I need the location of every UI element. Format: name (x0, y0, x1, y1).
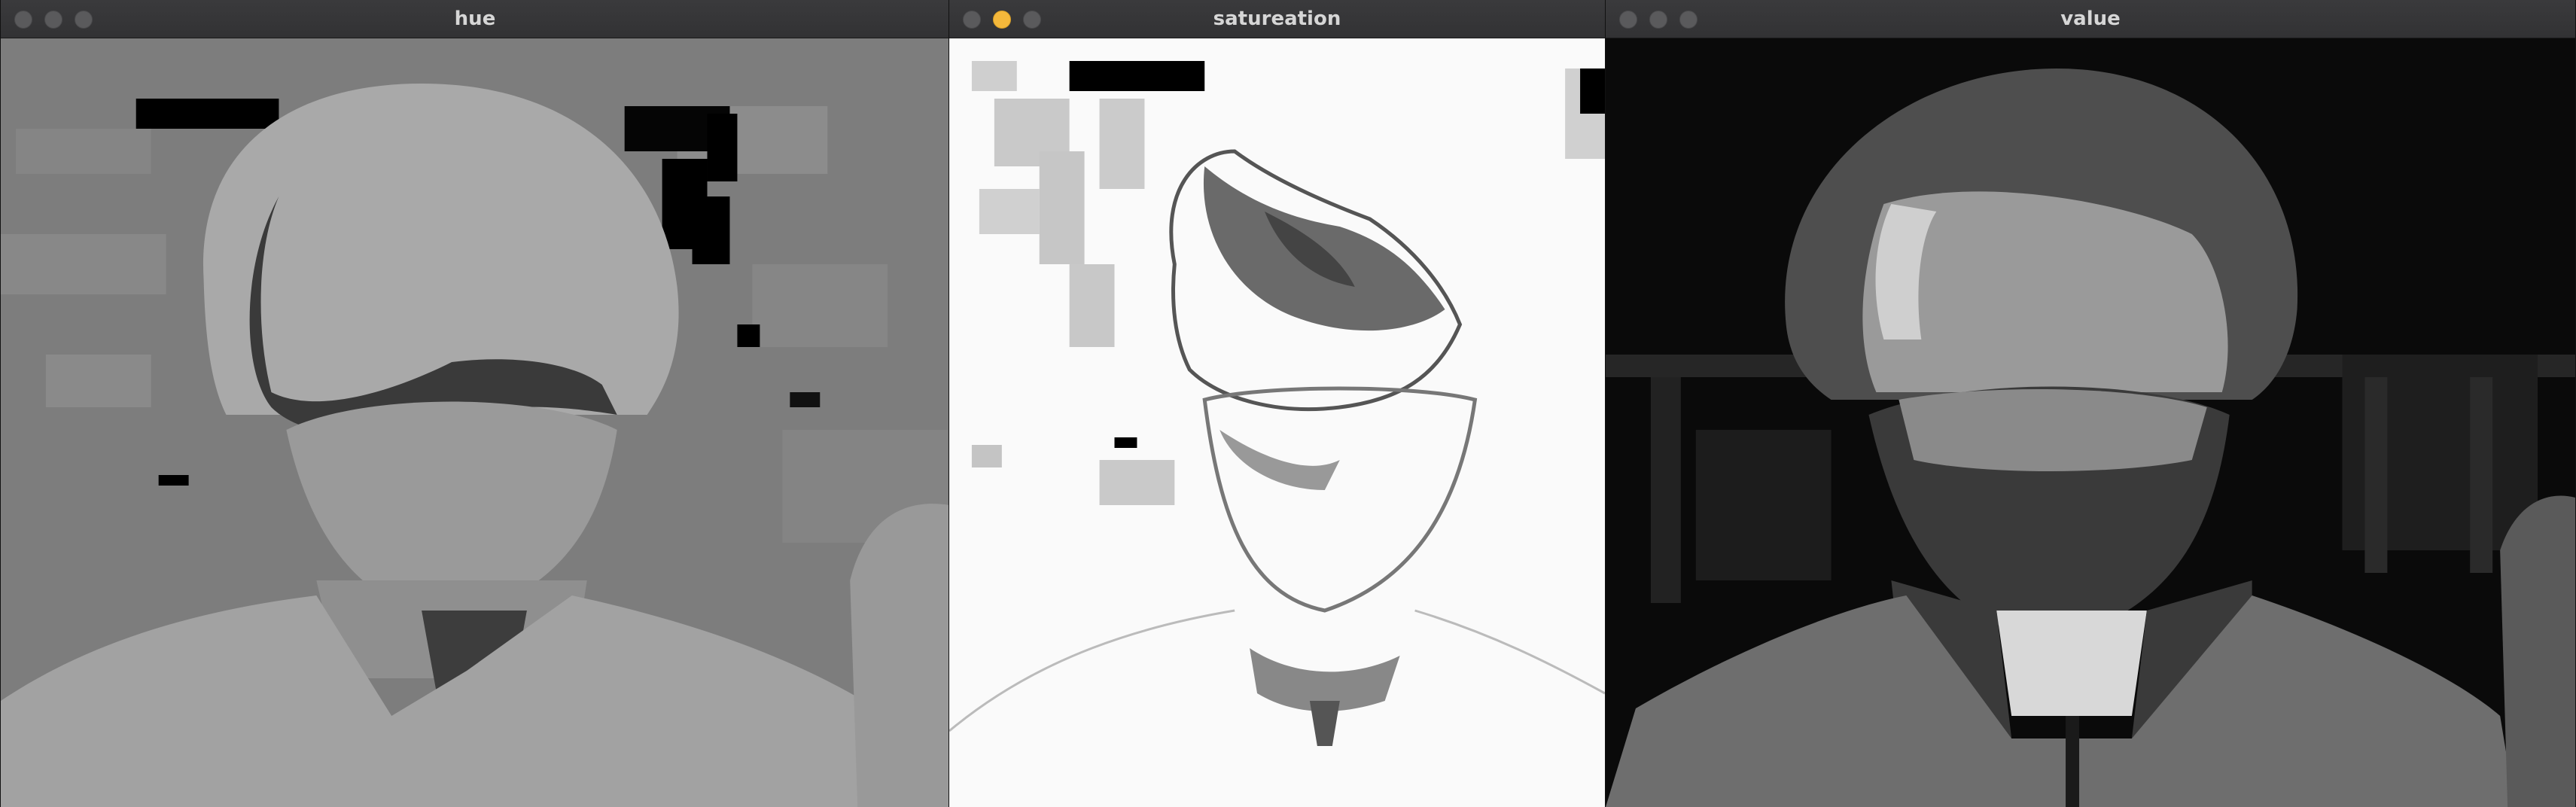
value-channel-image (1606, 38, 2575, 807)
value-titlebar[interactable]: value (1606, 0, 2575, 38)
hue-titlebar[interactable]: hue (1, 0, 949, 38)
window-title: hue (454, 8, 496, 30)
window-title: satureation (1213, 8, 1341, 30)
hue-window[interactable]: hue (0, 0, 950, 807)
hue-channel-image (1, 38, 949, 807)
saturation-window[interactable]: satureation (948, 0, 1606, 807)
hue-image (1, 38, 949, 807)
window-title: value (2060, 8, 2121, 30)
value-image (1606, 38, 2575, 807)
saturation-channel-image (949, 38, 1605, 807)
value-window[interactable]: value (1605, 0, 2576, 807)
saturation-image (949, 38, 1605, 807)
saturation-titlebar[interactable]: satureation (949, 0, 1605, 38)
